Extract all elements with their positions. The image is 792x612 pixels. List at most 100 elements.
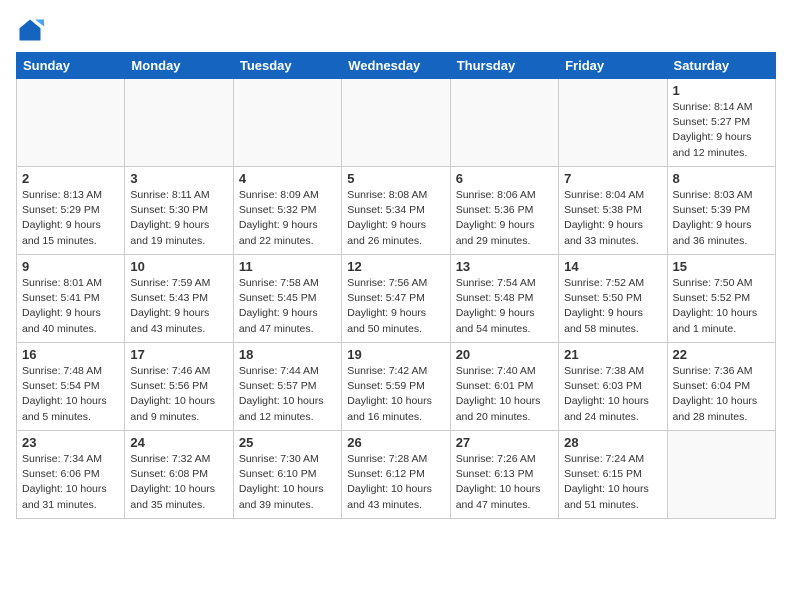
day-info: Sunrise: 7:36 AM Sunset: 6:04 PM Dayligh… bbox=[673, 364, 770, 425]
day-info: Sunrise: 7:40 AM Sunset: 6:01 PM Dayligh… bbox=[456, 364, 553, 425]
day-cell: 11 Sunrise: 7:58 AM Sunset: 5:45 PM Dayli… bbox=[233, 255, 341, 343]
day-cell: 27 Sunrise: 7:26 AM Sunset: 6:13 PM Dayli… bbox=[450, 431, 558, 519]
day-number: 8 bbox=[673, 171, 770, 186]
day-number: 16 bbox=[22, 347, 119, 362]
day-cell bbox=[450, 79, 558, 167]
day-cell: 19 Sunrise: 7:42 AM Sunset: 5:59 PM Dayli… bbox=[342, 343, 450, 431]
day-number: 11 bbox=[239, 259, 336, 274]
week-row-1: 1 Sunrise: 8:14 AM Sunset: 5:27 PM Daylig… bbox=[17, 79, 776, 167]
day-info: Sunrise: 7:52 AM Sunset: 5:50 PM Dayligh… bbox=[564, 276, 661, 337]
day-number: 20 bbox=[456, 347, 553, 362]
day-cell: 17 Sunrise: 7:46 AM Sunset: 5:56 PM Dayli… bbox=[125, 343, 233, 431]
logo-icon bbox=[16, 16, 44, 44]
week-row-3: 9 Sunrise: 8:01 AM Sunset: 5:41 PM Daylig… bbox=[17, 255, 776, 343]
day-cell bbox=[342, 79, 450, 167]
day-info: Sunrise: 7:44 AM Sunset: 5:57 PM Dayligh… bbox=[239, 364, 336, 425]
day-info: Sunrise: 8:13 AM Sunset: 5:29 PM Dayligh… bbox=[22, 188, 119, 249]
day-info: Sunrise: 8:03 AM Sunset: 5:39 PM Dayligh… bbox=[673, 188, 770, 249]
day-info: Sunrise: 7:32 AM Sunset: 6:08 PM Dayligh… bbox=[130, 452, 227, 513]
day-cell: 22 Sunrise: 7:36 AM Sunset: 6:04 PM Dayli… bbox=[667, 343, 775, 431]
week-row-2: 2 Sunrise: 8:13 AM Sunset: 5:29 PM Daylig… bbox=[17, 167, 776, 255]
day-cell bbox=[17, 79, 125, 167]
day-number: 25 bbox=[239, 435, 336, 450]
page-header bbox=[16, 16, 776, 44]
day-cell: 10 Sunrise: 7:59 AM Sunset: 5:43 PM Dayli… bbox=[125, 255, 233, 343]
day-info: Sunrise: 7:34 AM Sunset: 6:06 PM Dayligh… bbox=[22, 452, 119, 513]
day-number: 26 bbox=[347, 435, 444, 450]
day-info: Sunrise: 7:50 AM Sunset: 5:52 PM Dayligh… bbox=[673, 276, 770, 337]
day-number: 10 bbox=[130, 259, 227, 274]
day-cell: 1 Sunrise: 8:14 AM Sunset: 5:27 PM Daylig… bbox=[667, 79, 775, 167]
day-cell: 2 Sunrise: 8:13 AM Sunset: 5:29 PM Daylig… bbox=[17, 167, 125, 255]
day-number: 17 bbox=[130, 347, 227, 362]
day-info: Sunrise: 8:14 AM Sunset: 5:27 PM Dayligh… bbox=[673, 100, 770, 161]
day-number: 7 bbox=[564, 171, 661, 186]
day-number: 5 bbox=[347, 171, 444, 186]
day-info: Sunrise: 8:08 AM Sunset: 5:34 PM Dayligh… bbox=[347, 188, 444, 249]
day-info: Sunrise: 8:11 AM Sunset: 5:30 PM Dayligh… bbox=[130, 188, 227, 249]
day-info: Sunrise: 7:46 AM Sunset: 5:56 PM Dayligh… bbox=[130, 364, 227, 425]
day-number: 1 bbox=[673, 83, 770, 98]
day-number: 14 bbox=[564, 259, 661, 274]
day-cell: 26 Sunrise: 7:28 AM Sunset: 6:12 PM Dayli… bbox=[342, 431, 450, 519]
weekday-header-saturday: Saturday bbox=[667, 53, 775, 79]
day-number: 3 bbox=[130, 171, 227, 186]
day-cell: 15 Sunrise: 7:50 AM Sunset: 5:52 PM Dayli… bbox=[667, 255, 775, 343]
logo bbox=[16, 16, 48, 44]
day-info: Sunrise: 7:42 AM Sunset: 5:59 PM Dayligh… bbox=[347, 364, 444, 425]
day-cell: 18 Sunrise: 7:44 AM Sunset: 5:57 PM Dayli… bbox=[233, 343, 341, 431]
day-number: 18 bbox=[239, 347, 336, 362]
day-info: Sunrise: 8:09 AM Sunset: 5:32 PM Dayligh… bbox=[239, 188, 336, 249]
day-number: 6 bbox=[456, 171, 553, 186]
day-info: Sunrise: 7:48 AM Sunset: 5:54 PM Dayligh… bbox=[22, 364, 119, 425]
day-info: Sunrise: 7:38 AM Sunset: 6:03 PM Dayligh… bbox=[564, 364, 661, 425]
day-cell bbox=[559, 79, 667, 167]
day-number: 21 bbox=[564, 347, 661, 362]
day-cell: 3 Sunrise: 8:11 AM Sunset: 5:30 PM Daylig… bbox=[125, 167, 233, 255]
day-info: Sunrise: 7:30 AM Sunset: 6:10 PM Dayligh… bbox=[239, 452, 336, 513]
day-info: Sunrise: 7:28 AM Sunset: 6:12 PM Dayligh… bbox=[347, 452, 444, 513]
weekday-header-row: SundayMondayTuesdayWednesdayThursdayFrid… bbox=[17, 53, 776, 79]
day-number: 2 bbox=[22, 171, 119, 186]
day-info: Sunrise: 8:06 AM Sunset: 5:36 PM Dayligh… bbox=[456, 188, 553, 249]
weekday-header-wednesday: Wednesday bbox=[342, 53, 450, 79]
day-number: 4 bbox=[239, 171, 336, 186]
day-number: 27 bbox=[456, 435, 553, 450]
day-info: Sunrise: 7:58 AM Sunset: 5:45 PM Dayligh… bbox=[239, 276, 336, 337]
day-cell: 24Sunrise: 7:32 AM Sunset: 6:08 PM Dayli… bbox=[125, 431, 233, 519]
day-number: 28 bbox=[564, 435, 661, 450]
calendar-table: SundayMondayTuesdayWednesdayThursdayFrid… bbox=[16, 52, 776, 519]
day-cell: 21 Sunrise: 7:38 AM Sunset: 6:03 PM Dayli… bbox=[559, 343, 667, 431]
weekday-header-monday: Monday bbox=[125, 53, 233, 79]
week-row-4: 16 Sunrise: 7:48 AM Sunset: 5:54 PM Dayli… bbox=[17, 343, 776, 431]
day-cell: 12Sunrise: 7:56 AM Sunset: 5:47 PM Dayli… bbox=[342, 255, 450, 343]
weekday-header-friday: Friday bbox=[559, 53, 667, 79]
day-cell: 14 Sunrise: 7:52 AM Sunset: 5:50 PM Dayli… bbox=[559, 255, 667, 343]
day-info: Sunrise: 7:26 AM Sunset: 6:13 PM Dayligh… bbox=[456, 452, 553, 513]
day-cell: 13 Sunrise: 7:54 AM Sunset: 5:48 PM Dayli… bbox=[450, 255, 558, 343]
day-cell: 20 Sunrise: 7:40 AM Sunset: 6:01 PM Dayli… bbox=[450, 343, 558, 431]
day-cell: 4 Sunrise: 8:09 AM Sunset: 5:32 PM Daylig… bbox=[233, 167, 341, 255]
day-number: 9 bbox=[22, 259, 119, 274]
day-info: Sunrise: 8:04 AM Sunset: 5:38 PM Dayligh… bbox=[564, 188, 661, 249]
day-number: 13 bbox=[456, 259, 553, 274]
day-cell: 5 Sunrise: 8:08 AM Sunset: 5:34 PM Daylig… bbox=[342, 167, 450, 255]
day-number: 23 bbox=[22, 435, 119, 450]
day-number: 22 bbox=[673, 347, 770, 362]
day-info: Sunrise: 7:59 AM Sunset: 5:43 PM Dayligh… bbox=[130, 276, 227, 337]
week-row-5: 23 Sunrise: 7:34 AM Sunset: 6:06 PM Dayli… bbox=[17, 431, 776, 519]
day-cell: 16 Sunrise: 7:48 AM Sunset: 5:54 PM Dayli… bbox=[17, 343, 125, 431]
weekday-header-tuesday: Tuesday bbox=[233, 53, 341, 79]
day-cell: 25 Sunrise: 7:30 AM Sunset: 6:10 PM Dayli… bbox=[233, 431, 341, 519]
day-cell: 6 Sunrise: 8:06 AM Sunset: 5:36 PM Daylig… bbox=[450, 167, 558, 255]
day-info: Sunrise: 7:24 AM Sunset: 6:15 PM Dayligh… bbox=[564, 452, 661, 513]
day-cell bbox=[125, 79, 233, 167]
day-number: 12 bbox=[347, 259, 444, 274]
weekday-header-sunday: Sunday bbox=[17, 53, 125, 79]
day-number: 15 bbox=[673, 259, 770, 274]
day-cell: 28 Sunrise: 7:24 AM Sunset: 6:15 PM Dayli… bbox=[559, 431, 667, 519]
day-info: Sunrise: 8:01 AM Sunset: 5:41 PM Dayligh… bbox=[22, 276, 119, 337]
day-number: 19 bbox=[347, 347, 444, 362]
weekday-header-thursday: Thursday bbox=[450, 53, 558, 79]
day-info: Sunrise: 7:54 AM Sunset: 5:48 PM Dayligh… bbox=[456, 276, 553, 337]
